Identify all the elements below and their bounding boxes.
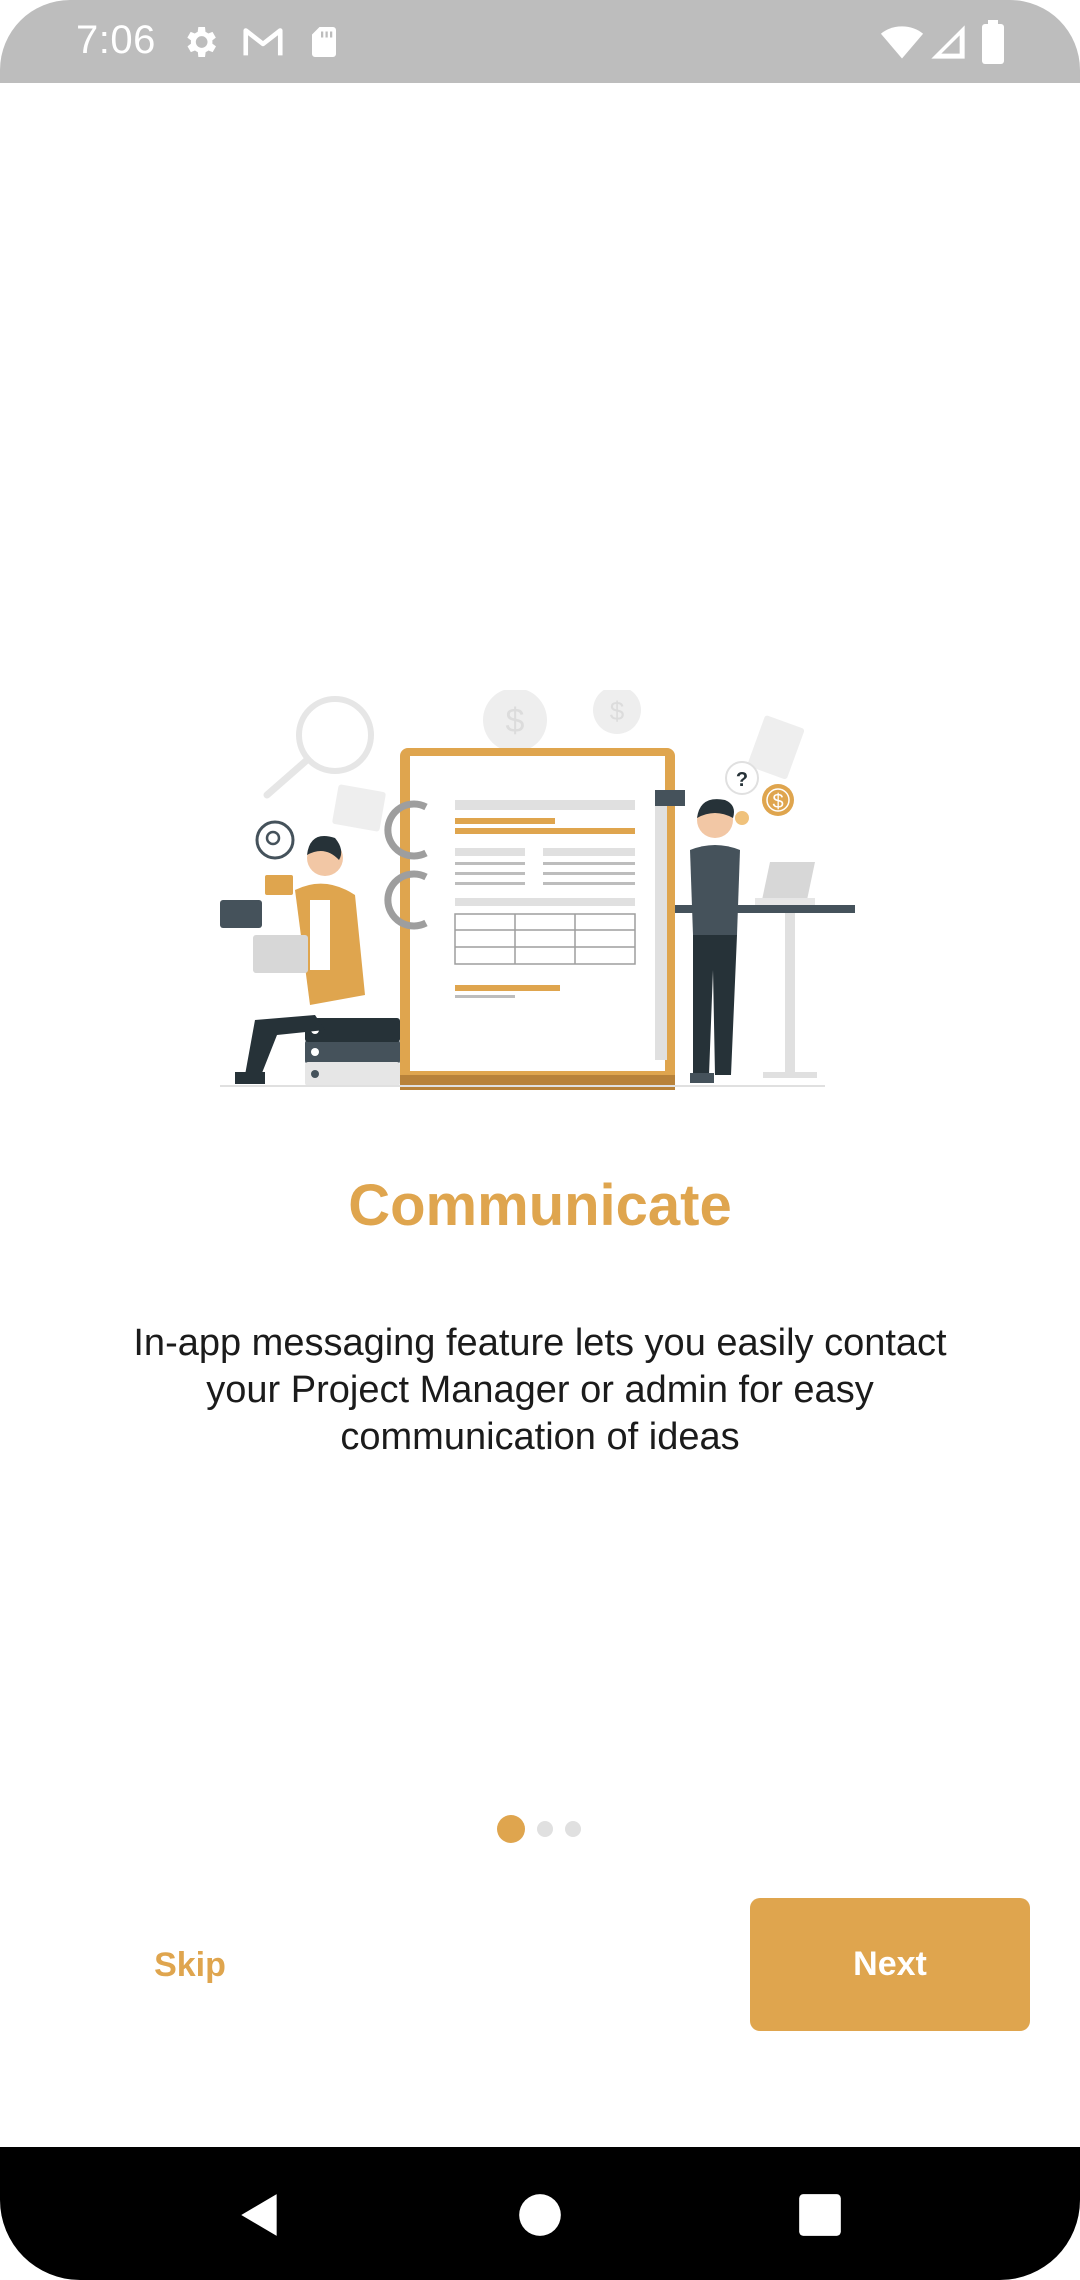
svg-text:?: ? (736, 769, 748, 791)
next-button[interactable]: Next (750, 1898, 1030, 2031)
gear-icon (187, 27, 216, 57)
status-bar: 7:06 (0, 0, 1080, 83)
home-icon[interactable] (515, 2190, 565, 2240)
page-dot (537, 1821, 553, 1837)
recents-icon[interactable] (795, 2190, 845, 2240)
sd-card-icon (312, 27, 336, 57)
battery-icon (982, 20, 1004, 64)
back-icon[interactable] (235, 2190, 285, 2240)
onboarding-screen: 7:06 $ $ $ ? Communicate In-app messagin… (0, 0, 1080, 2280)
signal-icon (931, 25, 965, 59)
page-dot-active (497, 1815, 525, 1843)
svg-text:$: $ (506, 702, 525, 740)
svg-text:$: $ (610, 696, 625, 726)
onboarding-title: Communicate (348, 1173, 732, 1238)
onboarding-illustration: $ $ $ ? (220, 690, 855, 1090)
wifi-icon (880, 26, 924, 59)
page-indicator (0, 1815, 1080, 1845)
page-dot (565, 1821, 581, 1837)
status-time: 7:06 (76, 18, 156, 62)
onboarding-description: In-app messaging feature lets you easily… (133, 1322, 947, 1458)
gmail-icon (243, 28, 283, 56)
skip-button[interactable]: Skip (120, 1930, 260, 2000)
